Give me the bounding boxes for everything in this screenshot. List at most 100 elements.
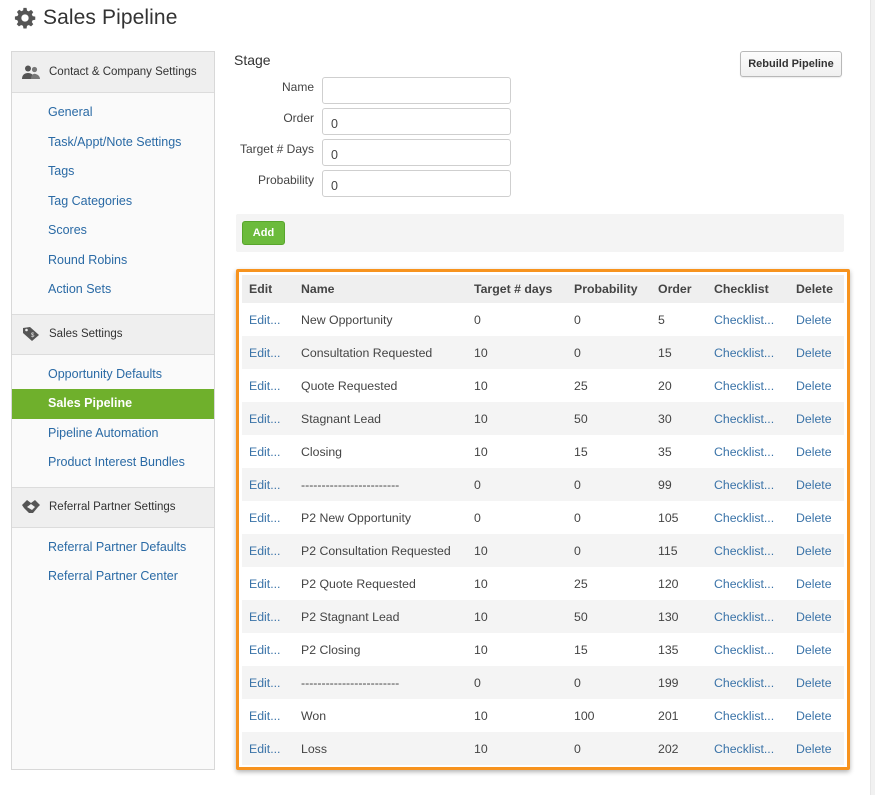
- sidebar-item-action-sets[interactable]: Action Sets: [12, 275, 214, 305]
- target-days-cell: 10: [474, 444, 488, 459]
- checklist-link[interactable]: Checklist...: [707, 732, 789, 765]
- sidebar-list-referral-partner: Referral Partner Defaults Referral Partn…: [12, 528, 214, 601]
- column-header-delete: Delete: [789, 275, 844, 303]
- edit-link[interactable]: Edit...: [242, 435, 294, 468]
- checklist-link[interactable]: Checklist...: [707, 699, 789, 732]
- page-title: Sales Pipeline: [43, 6, 178, 29]
- target-days-cell: 10: [467, 534, 567, 567]
- checklist-link[interactable]: Checklist...: [707, 303, 789, 336]
- probability-input[interactable]: [322, 170, 511, 197]
- table-row: Edit... ------------------------ 0 0 199 Chec…: [242, 666, 844, 699]
- delete-link[interactable]: Delete: [789, 501, 844, 534]
- checklist-link[interactable]: Checklist...: [707, 336, 789, 369]
- rebuild-pipeline-button[interactable]: Rebuild Pipeline: [740, 51, 842, 77]
- delete-link[interactable]: Delete: [789, 468, 844, 501]
- sidebar-item-task-appt-note-settings[interactable]: Task/Appt/Note Settings: [12, 128, 214, 158]
- edit-link[interactable]: Edit...: [242, 567, 294, 600]
- stages-table: Edit Name Target # days Probability Orde…: [242, 275, 844, 765]
- stage-name-cell: P2 Stagnant Lead: [294, 600, 467, 633]
- edit-link[interactable]: Edit...: [242, 732, 294, 765]
- delete-link[interactable]: Delete: [789, 435, 844, 468]
- sidebar-item-referral-partner-center[interactable]: Referral Partner Center: [12, 562, 214, 592]
- form-actions-bar: Add: [236, 214, 844, 252]
- checklist-link[interactable]: Checklist...: [707, 369, 789, 402]
- sidebar-item-scores[interactable]: Scores: [12, 216, 214, 246]
- stage-name-cell: P2 Quote Requested: [301, 576, 416, 591]
- order-cell: 105: [658, 510, 679, 525]
- probability-cell: 50: [567, 600, 651, 633]
- probability-cell: 0: [567, 468, 651, 501]
- page-header: Sales Pipeline: [14, 6, 178, 30]
- stage-name-cell: New Opportunity: [301, 312, 393, 327]
- gear-icon: [14, 7, 36, 29]
- order-cell: 135: [658, 642, 679, 657]
- table-row: Edit... Stagnant Lead 10 50 30 Checklist... De…: [242, 402, 844, 435]
- edit-link[interactable]: Edit...: [242, 666, 294, 699]
- checklist-link[interactable]: Checklist...: [707, 435, 789, 468]
- stage-form-heading: Stage: [234, 52, 271, 68]
- order-cell: 115: [651, 534, 707, 567]
- edit-link[interactable]: Edit...: [242, 402, 294, 435]
- checklist-link[interactable]: Checklist...: [707, 468, 789, 501]
- sidebar-item-general[interactable]: General: [12, 98, 214, 128]
- delete-link[interactable]: Delete: [789, 369, 844, 402]
- sidebar-item-product-interest-bundles[interactable]: Product Interest Bundles: [12, 448, 214, 478]
- stage-name-cell: ------------------------: [294, 666, 467, 699]
- table-row: Edit... P2 Closing 10 15 135 Checklist... Dele…: [242, 633, 844, 666]
- delete-link[interactable]: Delete: [789, 633, 844, 666]
- delete-link[interactable]: Delete: [789, 303, 844, 336]
- delete-link[interactable]: Delete: [789, 336, 844, 369]
- edit-link[interactable]: Edit...: [242, 600, 294, 633]
- target-days-input[interactable]: [322, 139, 511, 166]
- checklist-link[interactable]: Checklist...: [707, 534, 789, 567]
- sidebar-item-pipeline-automation[interactable]: Pipeline Automation: [12, 419, 214, 449]
- edit-link[interactable]: Edit...: [242, 699, 294, 732]
- checklist-link[interactable]: Checklist...: [707, 600, 789, 633]
- edit-link[interactable]: Edit...: [242, 468, 294, 501]
- edit-link[interactable]: Edit...: [242, 303, 294, 336]
- delete-link[interactable]: Delete: [789, 699, 844, 732]
- checklist-link[interactable]: Checklist...: [707, 402, 789, 435]
- table-body: Edit... New Opportunity 0 0 5 Checklist... Del…: [242, 303, 844, 765]
- sidebar-item-sales-pipeline[interactable]: Sales Pipeline: [12, 389, 214, 419]
- target-days-cell: 10: [467, 402, 567, 435]
- people-icon: [21, 64, 41, 80]
- table-row: Edit... New Opportunity 0 0 5 Checklist... Del…: [242, 303, 844, 336]
- sidebar-item-round-robins[interactable]: Round Robins: [12, 246, 214, 276]
- page-scrollbar[interactable]: [870, 0, 875, 795]
- checklist-link[interactable]: Checklist...: [707, 666, 789, 699]
- delete-link[interactable]: Delete: [789, 534, 844, 567]
- sidebar-item-referral-partner-defaults[interactable]: Referral Partner Defaults: [12, 533, 214, 563]
- edit-link[interactable]: Edit...: [242, 501, 294, 534]
- name-input[interactable]: [322, 77, 511, 104]
- probability-cell: 0: [574, 510, 581, 525]
- target-days-cell: 0: [467, 666, 567, 699]
- checklist-link[interactable]: Checklist...: [707, 633, 789, 666]
- add-stage-button[interactable]: Add: [242, 221, 285, 245]
- sidebar-section-contact-company: Contact & Company Settings: [12, 52, 214, 93]
- table-row: Edit... P2 Consultation Requested 10 0 115 Ch…: [242, 534, 844, 567]
- stage-name-cell: Quote Requested: [301, 378, 398, 393]
- sidebar-item-opportunity-defaults[interactable]: Opportunity Defaults: [12, 360, 214, 390]
- sidebar-section-sales-settings: $ Sales Settings: [12, 313, 214, 355]
- probability-cell: 0: [567, 666, 651, 699]
- sidebar-item-tag-categories[interactable]: Tag Categories: [12, 187, 214, 217]
- delete-link[interactable]: Delete: [789, 402, 844, 435]
- order-cell: 201: [658, 708, 679, 723]
- delete-link[interactable]: Delete: [789, 732, 844, 765]
- delete-link[interactable]: Delete: [789, 600, 844, 633]
- column-header-name: Name: [294, 275, 467, 303]
- delete-link[interactable]: Delete: [789, 666, 844, 699]
- edit-link[interactable]: Edit...: [242, 633, 294, 666]
- edit-link[interactable]: Edit...: [242, 336, 294, 369]
- sidebar-item-tags[interactable]: Tags: [12, 157, 214, 187]
- table-row: Edit... P2 Quote Requested 10 25 120 Checklis…: [242, 567, 844, 600]
- column-header-checklist: Checklist: [707, 275, 789, 303]
- checklist-link[interactable]: Checklist...: [707, 567, 789, 600]
- order-input[interactable]: [322, 108, 511, 135]
- checklist-link[interactable]: Checklist...: [707, 501, 789, 534]
- order-field-row: Order: [234, 108, 511, 135]
- edit-link[interactable]: Edit...: [242, 534, 294, 567]
- delete-link[interactable]: Delete: [789, 567, 844, 600]
- edit-link[interactable]: Edit...: [242, 369, 294, 402]
